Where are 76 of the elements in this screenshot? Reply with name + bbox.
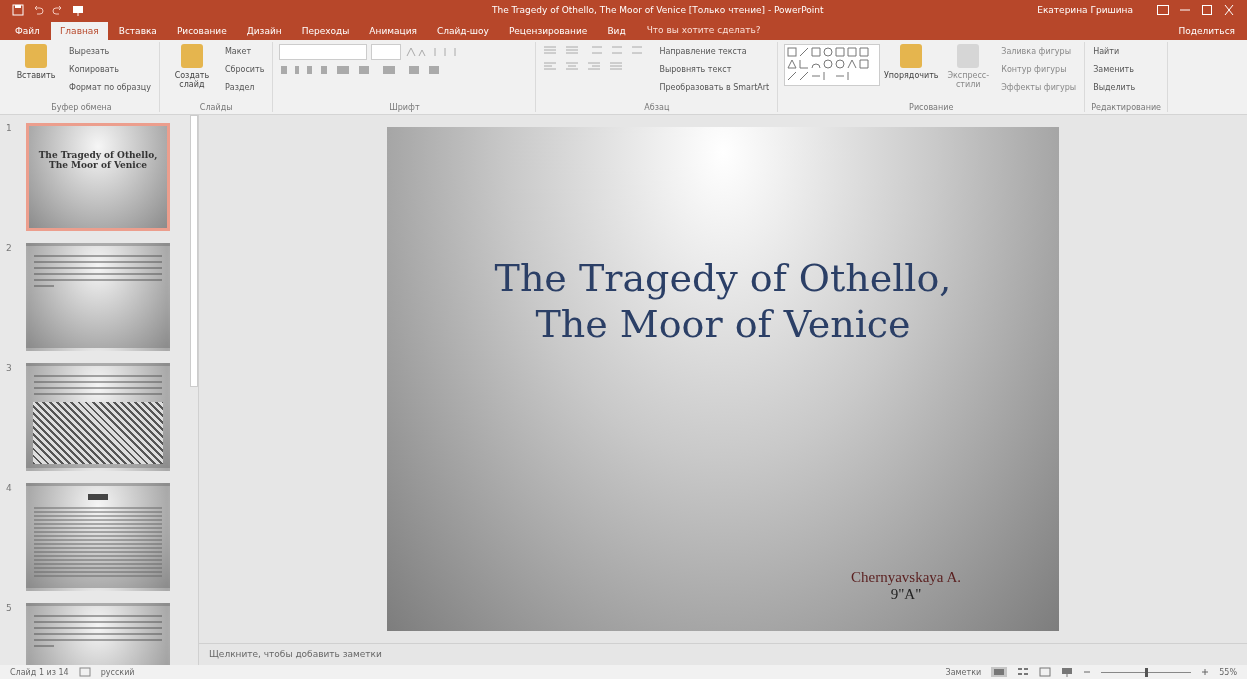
notes-button[interactable]: Заметки (945, 667, 982, 677)
ribbon-tab[interactable]: Переходы (292, 22, 359, 40)
slide-number: 5 (6, 603, 13, 615)
ribbon-tab[interactable]: Вставка (109, 22, 166, 40)
undo-icon[interactable] (32, 4, 44, 16)
group-label: Рисование (908, 103, 955, 112)
new-slide-button[interactable]: Создать слайд (165, 42, 218, 91)
spellcheck-icon[interactable] (78, 667, 91, 677)
ribbon-tab[interactable]: Слайд-шоу (427, 22, 498, 40)
reading-view-icon[interactable] (1039, 667, 1052, 677)
close-icon[interactable] (1223, 5, 1235, 15)
group-label: Слайды (198, 103, 234, 112)
slide-number: 1 (6, 123, 13, 135)
ribbon-button[interactable]: Заливка фигуры (999, 44, 1079, 58)
zoom-slider-thumb[interactable] (1145, 667, 1149, 677)
font-name-field[interactable] (279, 44, 368, 60)
ribbon-button[interactable]: Преобразовать в SmartArt (657, 80, 772, 94)
ribbon-button[interactable]: Сбросить (222, 62, 267, 76)
ribbon-tab[interactable]: Анимация (360, 22, 426, 40)
ribbon-tab[interactable]: Файл (6, 22, 49, 40)
share-button[interactable]: Поделиться (1172, 22, 1241, 40)
language-label[interactable]: русский (100, 667, 135, 677)
shapes-gallery[interactable] (784, 44, 881, 86)
ribbon-tab[interactable]: Дизайн (237, 22, 291, 40)
slide-thumbnail[interactable] (26, 243, 170, 351)
slide-counter: Слайд 1 из 14 (10, 667, 69, 677)
ribbon-button[interactable]: Заменить (1091, 62, 1138, 76)
group-label: Шрифт (388, 103, 421, 112)
ribbon-options-icon[interactable] (1157, 5, 1169, 15)
group-label: Редактирование (1091, 103, 1161, 112)
arrange-button[interactable]: Упорядочить (885, 42, 938, 82)
slide-number: 3 (6, 363, 13, 375)
ribbon-button[interactable]: Выделить (1091, 80, 1138, 94)
group-label: Буфер обмена (50, 103, 113, 112)
slide-thumbnail[interactable] (26, 363, 170, 471)
paste-button[interactable]: Вставить (10, 42, 62, 82)
scrollbar[interactable] (190, 115, 198, 387)
font-size-field[interactable] (371, 44, 402, 60)
ribbon-button[interactable]: Вырезать (67, 44, 153, 58)
slide-sorter-icon[interactable] (1017, 667, 1030, 677)
ribbon-tab[interactable]: Вид (598, 22, 635, 40)
ribbon-tab[interactable]: Рисование (167, 22, 236, 40)
normal-view-icon[interactable] (991, 667, 1008, 677)
zoom-in-icon[interactable] (1201, 668, 1210, 676)
user-name[interactable]: Екатерина Гришина (1037, 5, 1133, 15)
class-label: 9"A" (890, 586, 922, 603)
ribbon-tab[interactable]: Рецензирование (499, 22, 597, 40)
thumbnail-title: The Tragedy of Othello, (38, 150, 158, 160)
ribbon-button[interactable]: Направление текста (657, 44, 772, 58)
slideshow-icon[interactable] (1061, 667, 1074, 677)
ribbon-button[interactable]: Копировать (67, 62, 153, 76)
slide-thumbnail[interactable] (26, 483, 170, 591)
save-icon[interactable] (12, 4, 24, 16)
window-title: The Tragedy of Othello, The Moor of Venice [Только чтение] - PowerPoint (492, 5, 825, 15)
ribbon-button[interactable]: Найти (1091, 44, 1138, 58)
zoom-level[interactable]: 55% (1219, 667, 1237, 677)
redo-icon[interactable] (52, 4, 64, 16)
zoom-out-icon[interactable] (1083, 668, 1092, 676)
slideshow-icon[interactable] (72, 4, 84, 16)
ribbon-button[interactable]: Контур фигуры (999, 62, 1079, 76)
ribbon-tab[interactable]: Главная (50, 22, 108, 40)
author-name: Chernyavskaya A. (851, 569, 961, 586)
thumbnail-title: The Moor of Venice (49, 160, 147, 170)
maximize-icon[interactable] (1201, 5, 1213, 15)
ribbon-button[interactable]: Макет (222, 44, 267, 58)
slide-thumbnail[interactable]: The Tragedy of Othello, The Moor of Venice (26, 123, 170, 231)
slide-number: 2 (6, 243, 13, 255)
group-label: Абзац (643, 103, 671, 112)
quick-styles-button[interactable]: Экспресс-стили (942, 42, 995, 91)
slide-number: 4 (6, 483, 13, 495)
ribbon-button[interactable]: Раздел (222, 80, 267, 94)
ribbon-button[interactable]: Эффекты фигуры (999, 80, 1079, 94)
slide-title: The Tragedy of Othello, The Moor of Venice (494, 255, 952, 348)
ribbon-button[interactable]: Формат по образцу (67, 80, 153, 94)
ribbon-button[interactable]: Выровнять текст (657, 62, 772, 76)
tell-me-field[interactable]: Что вы хотите сделать? (636, 22, 771, 40)
